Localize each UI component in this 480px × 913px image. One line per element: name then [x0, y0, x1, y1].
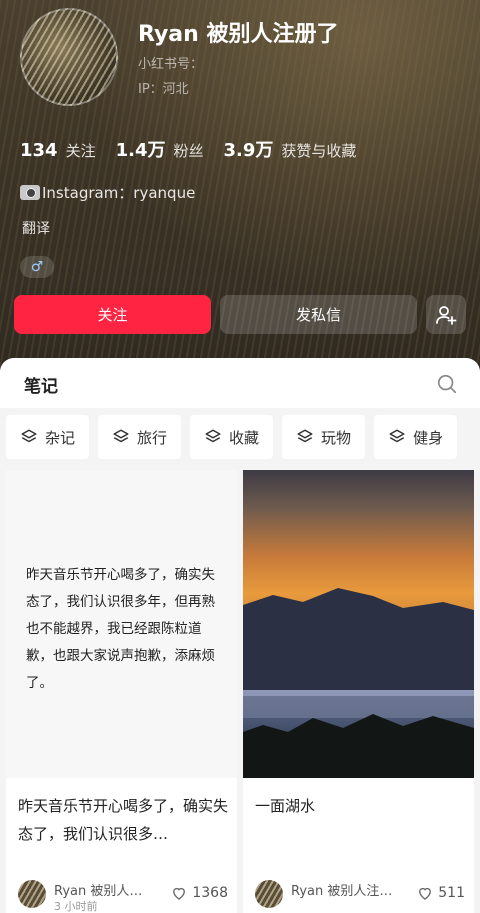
camera-icon [20, 185, 40, 200]
note-footer: Ryan 被别人… 3 小时前 1368 [18, 880, 228, 913]
note-text-cover: 昨天音乐节开心喝多了，确实失态了，我们认识很多年，但再熟也不能越界，我已经跟陈粒… [6, 470, 237, 778]
stat-label: 关注 [65, 142, 96, 160]
content-panel: 笔记 杂记 旅行 收藏 玩物 健身 昨天音乐节开心喝多了，确实失态了，我们认识很… [0, 358, 480, 913]
tab-bar: 笔记 [0, 358, 480, 408]
like-count: 511 [438, 885, 465, 901]
username: Ryan 被别人注册了 [138, 22, 339, 47]
author-avatar[interactable] [18, 880, 46, 908]
layers-icon [297, 429, 313, 443]
bio: Instagram：ryanque [20, 182, 195, 203]
stat-followers[interactable]: 1.4万 粉丝 [116, 136, 204, 162]
note-card[interactable]: 一面湖水 Ryan 被别人注… 511 [243, 470, 474, 913]
lake-sunset-image [243, 470, 474, 778]
layers-icon [113, 429, 129, 443]
layers-icon [21, 429, 37, 443]
profile-header: Ryan 被别人注册了 小红书号： IP：河北 134 关注 1.4万 粉丝 3… [0, 0, 480, 375]
post-time: 3 小时前 [54, 900, 98, 913]
avatar[interactable] [20, 8, 118, 106]
stat-likes-collects[interactable]: 3.9万 获赞与收藏 [224, 136, 357, 162]
chip-label: 杂记 [45, 428, 76, 447]
note-card[interactable]: 昨天音乐节开心喝多了，确实失态了，我们认识很多年，但再熟也不能越界，我已经跟陈粒… [6, 470, 237, 913]
author-avatar[interactable] [255, 880, 283, 908]
add-user-icon [436, 305, 457, 325]
chip-label: 收藏 [229, 428, 260, 447]
heart-icon [173, 887, 186, 900]
chip-label: 玩物 [321, 428, 352, 447]
user-id: 小红书号： [138, 57, 204, 72]
stat-number: 134 [20, 140, 58, 161]
stat-following[interactable]: 134 关注 [20, 140, 96, 161]
stat-number: 1.4万 [115, 140, 166, 161]
layers-icon [389, 429, 405, 443]
chip-collect[interactable]: 收藏 [190, 415, 274, 459]
stat-number: 3.9万 [223, 140, 274, 161]
chip-travel[interactable]: 旅行 [98, 415, 182, 459]
like-button[interactable]: 511 [416, 884, 465, 902]
author-name: Ryan 被别人注… [291, 884, 393, 899]
like-count: 1368 [192, 885, 228, 901]
heart-icon [419, 887, 432, 900]
bio-text: Instagram：ryanque [42, 184, 196, 202]
stat-label: 获赞与收藏 [281, 142, 357, 160]
chip-misc[interactable]: 杂记 [6, 415, 90, 459]
stats-row: 134 关注 1.4万 粉丝 3.9万 获赞与收藏 [20, 136, 376, 162]
note-footer: Ryan 被别人注… 511 [255, 880, 465, 913]
chip-label: 健身 [413, 428, 444, 447]
author-name: Ryan 被别人… [54, 884, 143, 899]
message-button[interactable]: 发私信 [220, 295, 417, 334]
translate-link[interactable]: 翻译 [22, 218, 50, 238]
add-user-button[interactable] [426, 295, 466, 334]
layers-icon [205, 429, 221, 443]
category-chips: 杂记 旅行 收藏 玩物 健身 [6, 415, 466, 459]
ip-location: IP：河北 [138, 82, 189, 97]
stat-label: 粉丝 [173, 142, 204, 160]
chip-toys[interactable]: 玩物 [282, 415, 366, 459]
chip-label: 旅行 [137, 428, 168, 447]
follow-button[interactable]: 关注 [14, 295, 211, 334]
mountain-silhouette [243, 588, 474, 778]
gender-badge: ♂ [20, 256, 54, 278]
note-title: 昨天音乐节开心喝多了，确实失态了，我们认识很多… [18, 797, 229, 843]
search-icon[interactable] [436, 373, 458, 395]
note-title: 一面湖水 [255, 797, 316, 815]
like-button[interactable]: 1368 [170, 884, 228, 902]
tab-notes[interactable]: 笔记 [24, 372, 58, 397]
chip-fitness[interactable]: 健身 [374, 415, 458, 459]
